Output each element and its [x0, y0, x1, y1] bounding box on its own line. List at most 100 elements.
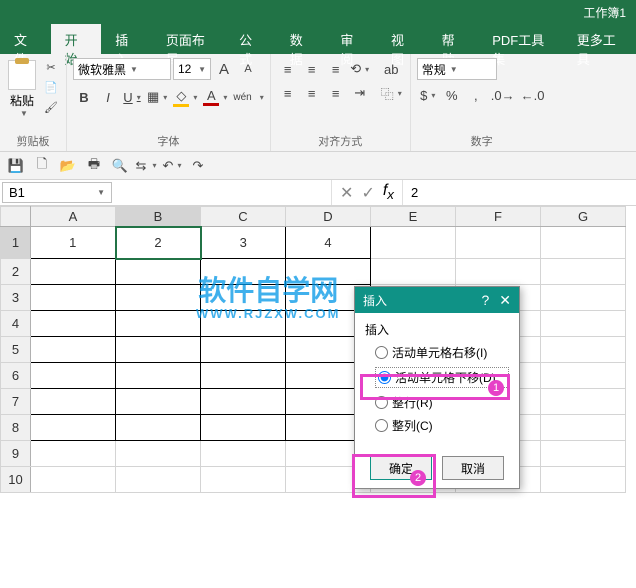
tab-data[interactable]: 数据: [276, 24, 327, 54]
number-format-combo[interactable]: 常规▼: [417, 58, 497, 80]
dialog-titlebar[interactable]: 插入 ? ✕: [355, 287, 519, 313]
redo-button[interactable]: ↷: [188, 156, 208, 176]
cell-A6[interactable]: [31, 363, 116, 389]
open-button[interactable]: 📂: [58, 156, 78, 176]
cell-G1[interactable]: [541, 227, 626, 259]
increase-font-button[interactable]: A: [213, 58, 235, 80]
cell-E1[interactable]: [371, 227, 456, 259]
undo-button[interactable]: ↶▾: [162, 156, 182, 176]
tab-insert[interactable]: 插入: [101, 24, 152, 54]
radio-entire-col[interactable]: 整列(C): [375, 417, 509, 434]
orientation-button[interactable]: ⟲▾: [349, 58, 371, 80]
cell-C8[interactable]: [201, 415, 286, 441]
cell-A5[interactable]: [31, 337, 116, 363]
row-header-5[interactable]: 5: [1, 337, 31, 363]
paste-button[interactable]: 粘贴 ▼: [6, 58, 38, 120]
radio-entire-row[interactable]: 整行(R): [375, 394, 509, 411]
copy-button[interactable]: 📄: [42, 78, 60, 96]
cell-A3[interactable]: [31, 285, 116, 311]
col-header-G[interactable]: G: [541, 207, 626, 227]
cell-A2[interactable]: [31, 259, 116, 285]
decrease-font-button[interactable]: A: [237, 58, 259, 80]
tab-more[interactable]: 更多工具: [563, 24, 636, 54]
formula-input[interactable]: 2: [402, 180, 636, 205]
cell-B5[interactable]: [116, 337, 201, 363]
cell-B1[interactable]: 2: [116, 227, 201, 259]
align-top-button[interactable]: ≡: [277, 58, 299, 80]
radio-shift-right[interactable]: 活动单元格右移(I): [375, 344, 509, 361]
underline-button[interactable]: U▾: [121, 86, 143, 108]
row-header-4[interactable]: 4: [1, 311, 31, 337]
new-button[interactable]: 🗋: [32, 156, 52, 176]
cell-A8[interactable]: [31, 415, 116, 441]
cell-A1[interactable]: 1: [31, 227, 116, 259]
font-color-button[interactable]: A▾: [201, 86, 229, 108]
tab-file[interactable]: 文件: [0, 24, 51, 54]
row-header-6[interactable]: 6: [1, 363, 31, 389]
close-icon[interactable]: ✕: [499, 292, 511, 309]
cancel-button[interactable]: 取消: [442, 456, 504, 480]
col-header-A[interactable]: A: [31, 207, 116, 227]
print-button[interactable]: 🖶: [84, 156, 104, 176]
cell-C4[interactable]: [201, 311, 286, 337]
cell-A4[interactable]: [31, 311, 116, 337]
italic-button[interactable]: I: [97, 86, 119, 108]
font-size-combo[interactable]: 12▼: [173, 58, 211, 80]
cell-C7[interactable]: [201, 389, 286, 415]
align-middle-button[interactable]: ≡: [301, 58, 323, 80]
comma-button[interactable]: ,: [465, 84, 487, 106]
col-header-B[interactable]: B: [116, 207, 201, 227]
cell-B2[interactable]: [116, 259, 201, 285]
tab-formula[interactable]: 公式: [225, 24, 276, 54]
wrap-text-button[interactable]: ab: [379, 58, 404, 80]
cell-F1[interactable]: [456, 227, 541, 259]
bold-button[interactable]: B: [73, 86, 95, 108]
cell-C3[interactable]: [201, 285, 286, 311]
cut-button[interactable]: ✂: [42, 58, 60, 76]
fx-button[interactable]: fx: [383, 182, 394, 202]
decrease-decimal-button[interactable]: ←.0: [519, 84, 547, 106]
cell-C5[interactable]: [201, 337, 286, 363]
tab-home[interactable]: 开始: [51, 24, 102, 54]
save-button[interactable]: 💾: [6, 156, 26, 176]
col-header-F[interactable]: F: [456, 207, 541, 227]
cell-B8[interactable]: [116, 415, 201, 441]
tab-layout[interactable]: 页面布局: [152, 24, 225, 54]
align-bottom-button[interactable]: ≡: [325, 58, 347, 80]
col-header-D[interactable]: D: [286, 207, 371, 227]
cell-B4[interactable]: [116, 311, 201, 337]
ruby-button[interactable]: wén: [231, 86, 253, 108]
help-icon[interactable]: ?: [481, 292, 489, 309]
cell-B3[interactable]: [116, 285, 201, 311]
col-header-E[interactable]: E: [371, 207, 456, 227]
font-name-combo[interactable]: 微软雅黑▼: [73, 58, 171, 80]
align-center-button[interactable]: ≡: [301, 82, 323, 104]
cell-C1[interactable]: 3: [201, 227, 286, 259]
switch-button[interactable]: ⇆▾: [136, 156, 156, 176]
cell-C6[interactable]: [201, 363, 286, 389]
preview-button[interactable]: 🔍: [110, 156, 130, 176]
format-painter-button[interactable]: 🖌: [42, 98, 60, 116]
tab-view[interactable]: 视图: [377, 24, 428, 54]
cell-B7[interactable]: [116, 389, 201, 415]
select-all-corner[interactable]: [1, 207, 31, 227]
border-button[interactable]: ▦▾: [145, 86, 169, 108]
tab-help[interactable]: 帮助: [428, 24, 479, 54]
row-header-9[interactable]: 9: [1, 441, 31, 467]
cell-C2[interactable]: [201, 259, 286, 285]
col-header-C[interactable]: C: [201, 207, 286, 227]
tab-pdf[interactable]: PDF工具集: [478, 24, 563, 54]
align-left-button[interactable]: ≡: [277, 82, 299, 104]
cell-B6[interactable]: [116, 363, 201, 389]
cancel-formula-button[interactable]: ✕: [340, 183, 353, 203]
cell-D2[interactable]: [286, 259, 371, 285]
cell-D1[interactable]: 4: [286, 227, 371, 259]
name-box[interactable]: B1▼: [2, 182, 112, 203]
cell-A7[interactable]: [31, 389, 116, 415]
row-header-2[interactable]: 2: [1, 259, 31, 285]
tab-review[interactable]: 审阅: [326, 24, 377, 54]
align-right-button[interactable]: ≡: [325, 82, 347, 104]
percent-button[interactable]: %: [441, 84, 463, 106]
row-header-1[interactable]: 1: [1, 227, 31, 259]
fill-color-button[interactable]: ◇▾: [171, 86, 199, 108]
